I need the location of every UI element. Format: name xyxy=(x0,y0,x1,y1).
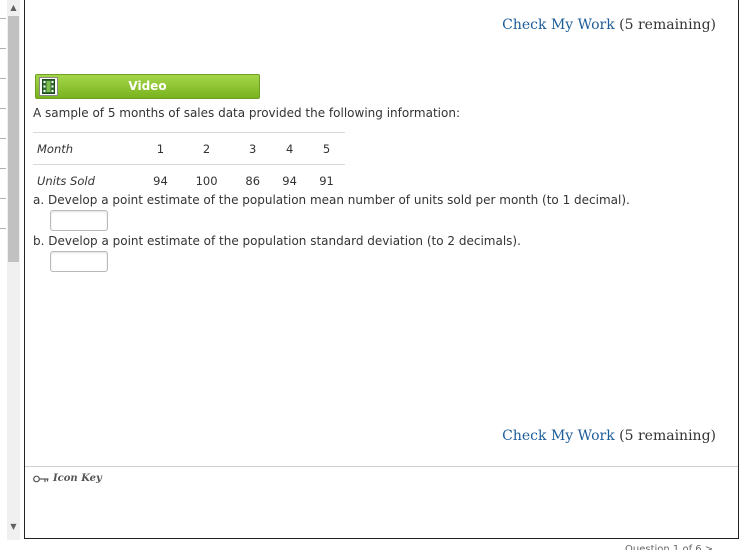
answer-b-input[interactable] xyxy=(50,251,108,272)
check-my-work-bottom: Check My Work (5 remaining) xyxy=(502,428,716,444)
gutter-tick xyxy=(0,78,6,79)
gutter-tick xyxy=(0,18,6,19)
question-a: a. Develop a point estimate of the popul… xyxy=(33,193,630,207)
table-cell: 91 xyxy=(319,173,334,188)
question-panel: Check My Work (5 remaining) Video A samp… xyxy=(24,0,739,539)
video-button[interactable]: Video xyxy=(35,74,260,99)
video-label: Video xyxy=(128,79,167,93)
gutter-tick xyxy=(0,198,6,199)
gutter-tick xyxy=(0,48,6,49)
gutter-tick xyxy=(0,168,6,169)
icon-key-link[interactable]: Icon Key xyxy=(33,473,102,484)
gutter-tick xyxy=(0,108,6,109)
remaining-count: (5 remaining) xyxy=(619,17,716,33)
table-cell: 4 xyxy=(271,132,309,165)
check-my-work-link[interactable]: Check My Work xyxy=(502,428,615,444)
scroll-down-arrow-icon[interactable]: ▼ xyxy=(7,519,20,533)
row-label-units-sold: Units Sold xyxy=(37,173,95,188)
table-cell: 2 xyxy=(178,132,235,165)
vertical-scrollbar[interactable]: ▲ ▼ xyxy=(7,0,20,540)
scroll-up-arrow-icon[interactable]: ▲ xyxy=(7,0,20,14)
table-cell: 1 xyxy=(142,132,179,165)
check-my-work-link[interactable]: Check My Work xyxy=(502,17,615,33)
question-navigation[interactable]: Question 1 of 6 > xyxy=(625,541,713,550)
divider xyxy=(25,466,738,467)
table-row: Month 1 2 3 4 5 xyxy=(33,132,345,165)
question-b: b. Develop a point estimate of the popul… xyxy=(33,234,521,248)
check-my-work-top: Check My Work (5 remaining) xyxy=(502,17,716,33)
table-cell: 94 xyxy=(153,173,168,188)
remaining-count: (5 remaining) xyxy=(619,428,716,444)
table-cell: 3 xyxy=(234,132,272,165)
table-cell: 86 xyxy=(245,173,261,188)
icon-key-label: Icon Key xyxy=(53,473,102,484)
table-cell: 100 xyxy=(195,173,218,188)
gutter-tick xyxy=(0,138,6,139)
scrollbar-thumb[interactable] xyxy=(8,16,19,262)
row-label-month: Month xyxy=(33,132,142,165)
table-cell: 5 xyxy=(308,132,345,165)
table-cell: 94 xyxy=(282,173,297,188)
problem-intro: A sample of 5 months of sales data provi… xyxy=(33,106,460,120)
gutter-tick xyxy=(0,228,6,229)
sales-data-table: Month 1 2 3 4 5 Units Sold 94 100 86 94 … xyxy=(33,132,345,196)
table-row: Units Sold 94 100 86 94 91 xyxy=(33,165,345,197)
answer-a-input[interactable] xyxy=(50,210,108,231)
key-icon xyxy=(33,475,49,482)
